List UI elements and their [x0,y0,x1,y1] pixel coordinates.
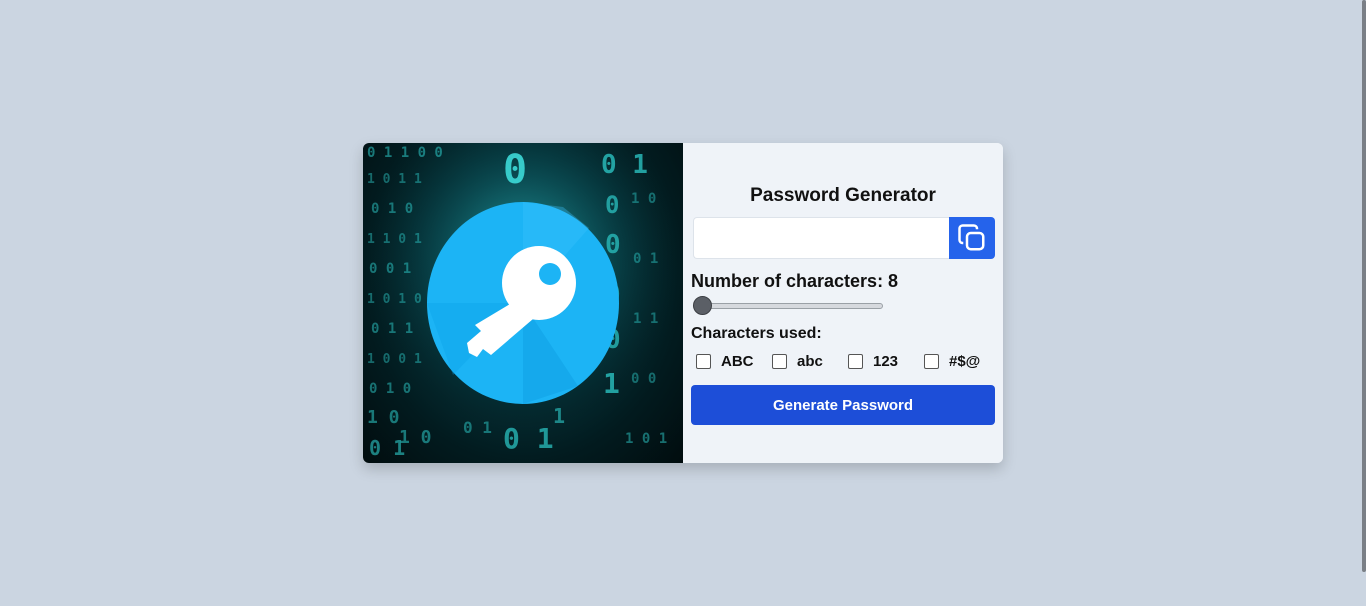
checkbox-lowercase[interactable] [772,354,787,369]
length-slider[interactable] [693,295,883,315]
svg-text:0 1: 0 1 [601,150,648,180]
option-uppercase[interactable]: ABC [696,353,772,370]
page-title: Password Generator [750,185,936,206]
checkbox-uppercase[interactable] [696,354,711,369]
slider-thumb[interactable] [693,296,712,315]
length-label: Number of characters: 8 [691,271,899,291]
option-numbers-label: 123 [873,353,899,370]
svg-text:1 0 1: 1 0 1 [625,431,667,447]
svg-text:0: 0 [605,191,619,219]
password-output-row [693,217,995,259]
svg-text:1 0 0 1: 1 0 0 1 [367,352,422,367]
svg-text:0 0 1: 0 0 1 [369,261,411,277]
svg-text:1 0: 1 0 [631,191,656,207]
option-lowercase[interactable]: abc [772,353,848,370]
svg-text:0 1: 0 1 [633,251,658,267]
svg-text:1: 1 [603,367,620,400]
svg-text:0 1 1 0 0: 0 1 1 0 0 [367,145,443,161]
page-scrollbar[interactable] [1362,0,1366,572]
option-uppercase-label: ABC [721,353,754,370]
password-output-field[interactable] [693,217,949,259]
copy-icon [958,224,985,251]
svg-text:1 0 1 1: 1 0 1 1 [367,172,422,187]
checkbox-symbols[interactable] [924,354,939,369]
slider-track [693,303,883,309]
option-numbers[interactable]: 123 [848,353,924,370]
option-symbols-label: #$@ [949,353,981,370]
checkbox-numbers[interactable] [848,354,863,369]
svg-text:0 1: 0 1 [503,422,554,455]
svg-text:1 0: 1 0 [367,407,400,428]
characters-used-label: Characters used: [691,325,822,342]
svg-text:1 0: 1 0 [399,427,432,448]
svg-text:1 1 0 1: 1 1 0 1 [367,232,422,247]
svg-text:1: 1 [553,404,565,428]
generator-panel: Password Generator Number of characters:… [683,143,1003,463]
generate-password-button[interactable]: Generate Password [691,385,995,425]
svg-text:0: 0 [503,147,527,193]
copy-button[interactable] [949,217,995,259]
illustration-panel: 0 1 1 0 0 1 0 1 1 0 1 0 1 1 0 1 0 0 1 1 … [363,143,683,463]
svg-text:0 1: 0 1 [463,418,492,437]
svg-text:0 1 1: 0 1 1 [371,321,413,337]
key-icon [427,202,619,404]
binary-rain-background: 0 1 1 0 0 1 0 1 1 0 1 0 1 1 0 1 0 0 1 1 … [363,143,683,463]
svg-text:1 0 1 0: 1 0 1 0 [367,292,422,307]
svg-text:0 1 0: 0 1 0 [371,201,413,217]
svg-text:1 1: 1 1 [633,311,658,327]
password-generator-card: 0 1 1 0 0 1 0 1 1 0 1 0 1 1 0 1 0 0 1 1 … [363,143,1003,463]
option-lowercase-label: abc [797,353,823,370]
charset-options: ABC abc 123 #$@ [696,353,1000,370]
option-symbols[interactable]: #$@ [924,353,1000,370]
svg-text:0 1 0: 0 1 0 [369,381,411,397]
svg-text:0 0: 0 0 [631,371,656,387]
